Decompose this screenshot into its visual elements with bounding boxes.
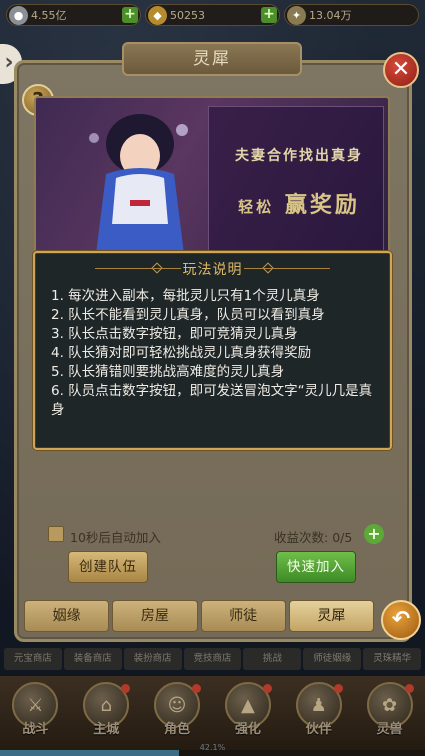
currency-silver: ● 4.55亿 + — [6, 4, 141, 26]
nav-battle[interactable]: ⚔ 战斗 — [9, 682, 61, 748]
currency-stamina: ✦ 13.04万 — [284, 4, 419, 26]
add-income-button[interactable]: + — [364, 524, 384, 544]
banner-slogan-main: 赢奖励 — [284, 192, 360, 218]
shop-item[interactable]: 师徒姻缘 — [303, 648, 362, 670]
nav-label: 灵兽 — [376, 722, 403, 737]
notification-badge — [192, 684, 202, 693]
rule-item: 4. 队长猜对即可轻松挑战灵儿真身获得奖励 — [51, 345, 312, 361]
rules-list: 1. 每次进入副本，每批灵儿只有1个灵儿真身 2. 队长不能看到灵儿真身，队员可… — [51, 287, 381, 420]
close-button[interactable]: ✕ — [383, 52, 419, 88]
rule-item: 6. 队员点击数字按钮，即可发送冒泡文字“灵儿几是真身 — [51, 383, 373, 418]
currency-stamina-value: 13.04万 — [309, 9, 352, 22]
close-icon: ✕ — [391, 57, 411, 82]
tab-mentor[interactable]: 师徒 — [200, 600, 286, 632]
shop-item[interactable]: 装备商店 — [63, 648, 122, 670]
tab-lingxi[interactable]: 灵犀 — [288, 600, 374, 632]
rules-dialog: 玩法说明 1. 每次进入副本，每批灵儿只有1个灵儿真身 2. 队长不能看到灵儿真… — [33, 251, 392, 450]
tab-house[interactable]: 房屋 — [112, 600, 198, 632]
silver-coin-icon: ● — [9, 6, 28, 25]
character-illustration — [89, 114, 188, 266]
stamina-icon: ✦ — [287, 6, 306, 25]
nav-label: 伙伴 — [305, 722, 332, 737]
shop-item[interactable]: 元宝商店 — [4, 648, 62, 670]
gold-ingot-icon: ◆ — [148, 6, 167, 25]
rule-item: 1. 每次进入副本，每批灵儿只有1个灵儿真身 — [51, 288, 320, 304]
auto-join-label: 10秒后自动加入 — [70, 530, 161, 545]
banner-slogan-box: 夫妻合作找出真身 轻松 赢奖励 — [208, 106, 384, 256]
shop-item[interactable]: 挑战 — [243, 648, 302, 670]
back-button[interactable]: ↶ — [381, 600, 421, 640]
currency-gold-value: 50253 — [170, 8, 205, 22]
create-team-button[interactable]: 创建队伍 — [68, 551, 148, 583]
currency-gold: ◆ 50253 + — [145, 4, 280, 26]
income-count-value: 0/5 — [332, 530, 353, 545]
nav-spirit-beast[interactable]: ✿ 灵兽 — [364, 682, 416, 748]
nav-character[interactable]: ☺ 角色 — [151, 682, 203, 748]
notification-badge — [262, 684, 272, 693]
add-gold-button[interactable]: + — [261, 7, 277, 23]
nav-label: 强化 — [234, 722, 261, 737]
rule-item: 5. 队长猜错则要挑战高难度的灵儿真身 — [51, 364, 285, 380]
back-arrow-icon: ↶ — [391, 607, 411, 632]
currency-silver-value: 4.55亿 — [31, 9, 67, 22]
nav-label: 角色 — [164, 722, 191, 737]
shop-item[interactable]: 灵珠精华 — [363, 648, 422, 670]
tab-marriage[interactable]: 姻缘 — [24, 600, 110, 632]
event-banner: 夫妻合作找出真身 轻松 赢奖励 — [34, 96, 390, 268]
banner-slogan-line1: 夫妻合作找出真身 — [235, 148, 363, 164]
nav-upgrade[interactable]: ▲ 强化 — [222, 682, 274, 748]
add-silver-button[interactable]: + — [122, 7, 138, 23]
nav-partner[interactable]: ♟ 伙伴 — [293, 682, 345, 748]
shop-item[interactable]: 装扮商店 — [123, 648, 182, 670]
shop-item[interactable]: 竞技商店 — [183, 648, 242, 670]
notification-badge — [333, 684, 343, 693]
income-count-label: 收益次数 — [274, 530, 325, 545]
rule-item: 2. 队长不能看到灵儿真身，队员可以看到真身 — [51, 307, 325, 323]
banner-slogan-prefix: 轻松 — [238, 198, 275, 216]
income-count: 收益次数: 0/5 — [274, 530, 353, 545]
rules-dialog-title: 玩法说明 — [35, 259, 390, 279]
banner-slogan-line2: 轻松 赢奖励 — [219, 187, 379, 219]
quick-join-button[interactable]: 快速加入 — [276, 551, 356, 583]
notification-badge — [404, 684, 414, 693]
rule-item: 3. 队长点击数字按钮，即可竞猜灵儿真身 — [51, 326, 298, 342]
exp-text: 42.1% — [199, 743, 226, 752]
feature-tabs: 姻缘 房屋 师徒 灵犀 — [24, 600, 374, 632]
auto-join-checkbox[interactable] — [48, 526, 64, 542]
panel-title: 灵犀 — [122, 42, 302, 76]
currency-bar: ● 4.55亿 + ◆ 50253 + ✦ 13.04万 — [0, 0, 425, 30]
nav-city[interactable]: ⌂ 主城 — [80, 682, 132, 748]
notification-badge — [121, 684, 131, 693]
nav-label: 主城 — [93, 722, 120, 737]
nav-label: 战斗 — [22, 722, 49, 737]
shop-strip: 元宝商店 装备商店 装扮商店 竞技商店 挑战 师徒姻缘 灵珠精华 — [0, 648, 425, 674]
